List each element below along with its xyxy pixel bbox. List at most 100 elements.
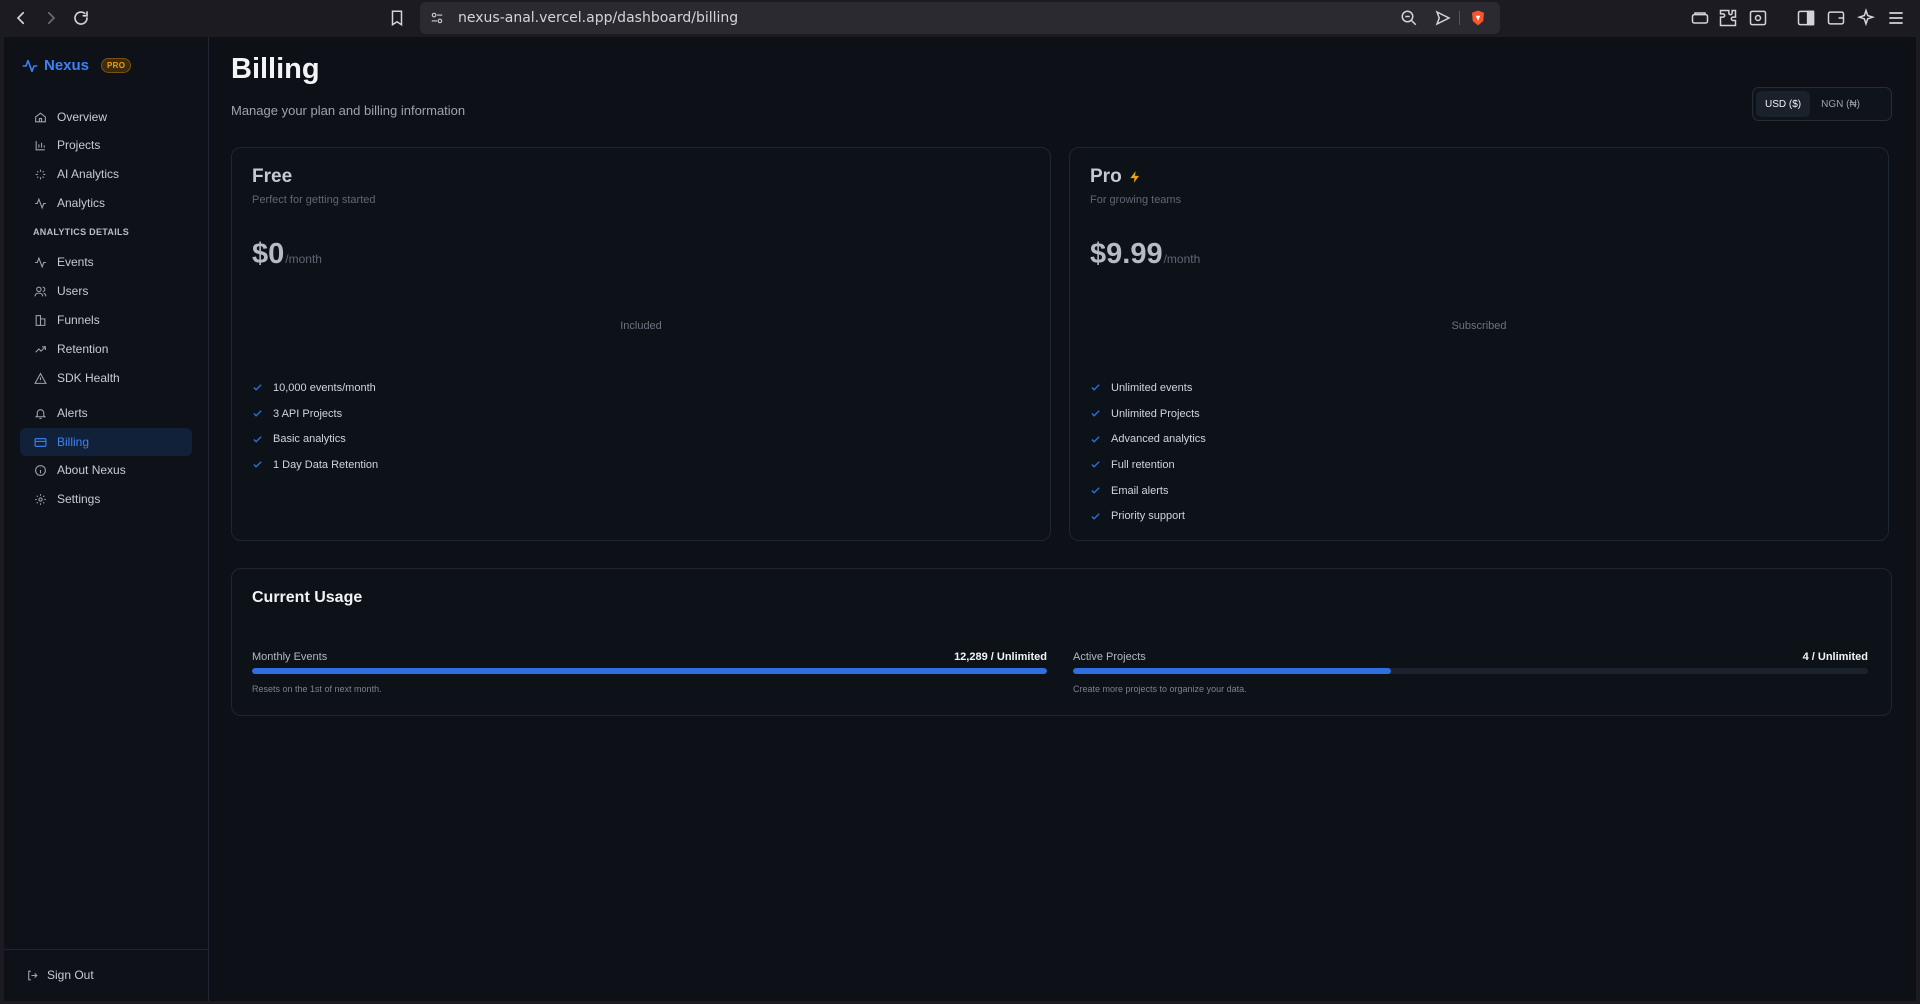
bell-icon xyxy=(34,408,47,419)
sidebar-item-overview[interactable]: Overview xyxy=(20,103,192,131)
meter-note: Resets on the 1st of next month. xyxy=(252,684,382,694)
lightning-icon xyxy=(1130,171,1139,183)
sidebar-item-analytics[interactable]: Analytics xyxy=(20,189,192,217)
plan-card-free: Free Perfect for getting started $0 /mon… xyxy=(231,147,1051,541)
send-icon[interactable] xyxy=(1434,9,1452,27)
leo-ai-icon[interactable] xyxy=(1856,8,1876,28)
feature-text: Priority support xyxy=(1111,510,1185,523)
sidebar-item-label: AI Analytics xyxy=(57,167,120,181)
sidebar-footer: Sign Out xyxy=(4,949,209,1001)
check-icon xyxy=(1091,487,1100,494)
feature-text: Full retention xyxy=(1111,458,1175,471)
brave-shield-icon[interactable] xyxy=(1469,9,1487,27)
feature-item: Priority support xyxy=(1090,503,1206,529)
credit-card-icon xyxy=(34,437,47,447)
check-icon xyxy=(253,410,262,417)
brand[interactable]: Nexus PRO xyxy=(22,57,132,74)
funnel-icon xyxy=(35,314,46,326)
url-text[interactable]: nexus-anal.vercel.app/dashboard/billing xyxy=(458,10,738,26)
bar-chart-icon xyxy=(35,140,45,150)
plan-description: For growing teams xyxy=(1090,194,1182,206)
sidebar-item-label: Billing xyxy=(57,435,90,449)
price-period: /month xyxy=(285,252,322,266)
meter-value: 4 / Unlimited xyxy=(1802,651,1868,663)
sidebar: Nexus PRO Overview Projects AI Analytics… xyxy=(4,37,209,1001)
feature-text: 10,000 events/month xyxy=(273,381,376,394)
back-button[interactable] xyxy=(8,6,34,30)
currency-toggle: USD ($) NGN (₦) xyxy=(1752,87,1892,121)
meter-fill xyxy=(1073,668,1391,674)
check-icon xyxy=(1091,513,1100,520)
app-window: Nexus PRO Overview Projects AI Analytics… xyxy=(4,37,1916,1001)
check-icon xyxy=(253,435,262,443)
feature-text: Unlimited Projects xyxy=(1111,407,1200,420)
sidebar-item-label: Projects xyxy=(57,138,101,152)
warning-icon xyxy=(34,372,47,384)
feature-item: Unlimited Projects xyxy=(1090,401,1206,427)
sidebar-item-label: Retention xyxy=(57,342,109,356)
sidebar-item-users[interactable]: Users xyxy=(20,277,192,305)
bookmark-button[interactable] xyxy=(384,6,410,30)
forward-button[interactable] xyxy=(38,6,64,30)
meter-label: Monthly Events xyxy=(252,651,328,663)
sidebar-item-events[interactable]: Events xyxy=(20,248,192,276)
feature-list: Unlimited events Unlimited Projects Adva… xyxy=(1090,375,1206,529)
pro-badge: PRO xyxy=(101,58,132,73)
site-settings-icon[interactable] xyxy=(430,11,444,25)
usage-title: Current Usage xyxy=(252,589,363,606)
wallet-icon[interactable] xyxy=(1826,8,1846,28)
zoom-icon[interactable] xyxy=(1400,9,1418,27)
feature-item: 10,000 events/month xyxy=(252,375,378,401)
sidebar-item-retention[interactable]: Retention xyxy=(20,335,192,363)
sidebar-item-label: Analytics xyxy=(57,196,106,210)
browser-toolbar: nexus-anal.vercel.app/dashboard/billing xyxy=(0,0,1920,37)
feature-text: Email alerts xyxy=(1111,484,1169,497)
current-usage-card: Current Usage Monthly Events 12,289 / Un… xyxy=(231,568,1892,716)
wallet-extension-icon[interactable] xyxy=(1690,8,1710,28)
feature-text: Basic analytics xyxy=(273,433,346,446)
price-amount: $0 xyxy=(252,238,285,270)
address-bar[interactable]: nexus-anal.vercel.app/dashboard/billing xyxy=(420,2,1500,34)
meter-track xyxy=(252,668,1047,674)
feature-item: Full retention xyxy=(1090,452,1206,478)
menu-icon[interactable] xyxy=(1886,8,1906,28)
meter-track xyxy=(1073,668,1868,674)
page-title: Billing xyxy=(231,53,320,85)
plan-price: $0 /month xyxy=(252,238,322,271)
screenshot-icon[interactable] xyxy=(1748,8,1768,28)
check-icon xyxy=(1091,384,1100,392)
sidebar-item-ai-analytics[interactable]: AI Analytics xyxy=(20,160,192,188)
check-icon xyxy=(1091,461,1100,469)
arrow-right-icon xyxy=(47,11,56,25)
feature-text: 1 Day Data Retention xyxy=(273,458,379,471)
sidebar-item-funnels[interactable]: Funnels xyxy=(20,306,192,334)
plan-price: $9.99 /month xyxy=(1090,238,1200,271)
plan-card-pro: Pro For growing teams $9.99 /month Subsc… xyxy=(1069,147,1889,541)
sidebar-item-settings[interactable]: Settings xyxy=(20,485,192,513)
sidebar-item-label: Alerts xyxy=(57,406,88,420)
sidebar-item-billing[interactable]: Billing xyxy=(20,428,192,456)
feature-text: Unlimited events xyxy=(1111,381,1193,394)
info-icon xyxy=(35,464,46,476)
extensions-icon[interactable] xyxy=(1718,8,1738,28)
sign-out-button[interactable]: Sign Out xyxy=(26,968,94,982)
sidebar-item-alerts[interactable]: Alerts xyxy=(20,399,192,427)
brand-name: Nexus xyxy=(44,57,90,74)
feature-item: 1 Day Data Retention xyxy=(252,452,378,478)
currency-option-ngn[interactable]: NGN (₦) xyxy=(1812,91,1869,117)
sidebar-item-sdk-health[interactable]: SDK Health xyxy=(20,364,192,392)
meter-value: 12,289 / Unlimited xyxy=(954,651,1047,663)
feature-item: Advanced analytics xyxy=(1090,426,1206,452)
plan-status: Included xyxy=(620,320,662,332)
currency-option-usd[interactable]: USD ($) xyxy=(1756,91,1811,117)
sidebar-toggle-icon[interactable] xyxy=(1796,8,1816,28)
nav-section-label: ANALYTICS DETAILS xyxy=(33,227,130,237)
sidebar-item-about[interactable]: About Nexus xyxy=(20,456,192,484)
sidebar-item-label: About Nexus xyxy=(57,463,126,477)
plan-name: Free xyxy=(252,166,292,188)
page-subtitle: Manage your plan and billing information xyxy=(231,103,466,118)
sidebar-item-projects[interactable]: Projects xyxy=(20,131,192,159)
meter-note: Create more projects to organize your da… xyxy=(1073,684,1247,694)
price-period: /month xyxy=(1163,252,1201,266)
reload-button[interactable] xyxy=(68,6,94,30)
